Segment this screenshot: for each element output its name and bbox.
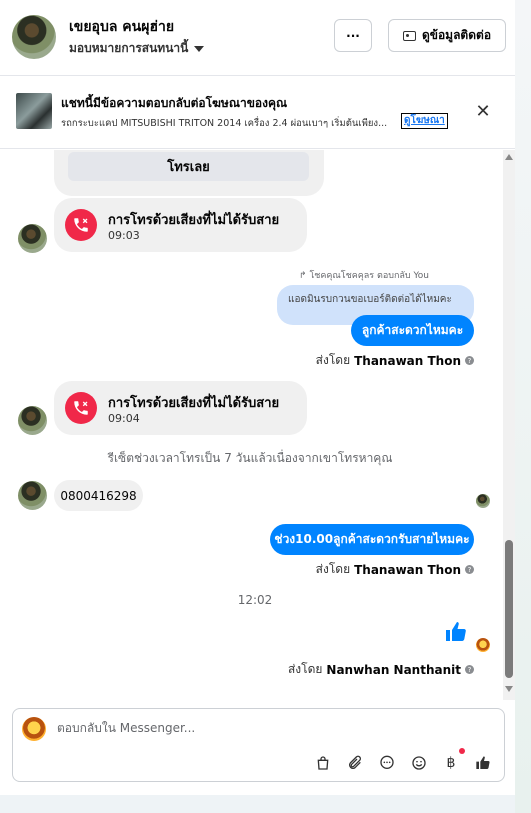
contact-avatar-small xyxy=(18,481,47,510)
reply-context: ↱ โชคคุณโชคคุลร ตอบกลับ You xyxy=(299,271,429,281)
sent-by-label: ส่งโดย Nanwhan Nanthanit ? xyxy=(288,660,474,679)
ad-thumbnail[interactable] xyxy=(16,93,52,129)
caret-down-icon xyxy=(194,45,205,52)
seen-avatar xyxy=(476,494,490,508)
info-icon[interactable]: ? xyxy=(465,356,474,365)
outgoing-message[interactable]: ลูกค้าสะดวกไหมคะ xyxy=(351,315,474,346)
contact-card-icon xyxy=(402,30,416,41)
system-note: รีเซ็ตช่วงเวลาโทรเป็น 7 วันแล้วเนื่องจาก… xyxy=(107,451,393,465)
emoji-icon[interactable] xyxy=(409,753,429,773)
sender-name: Nanwhan Nanthanit xyxy=(326,662,461,677)
assign-label: มอบหมายการสนทนานี้ xyxy=(69,41,189,55)
chat-header: เขยอุบล คนผุฮ่าย มอบหมายการสนทนานี้ ··· … xyxy=(0,0,515,76)
close-icon[interactable]: ✕ xyxy=(472,100,494,122)
call-card: โทรเลย xyxy=(54,150,324,196)
missed-call-bubble[interactable]: การโทรด้วยเสียงที่ไม่ได้รับสาย 09:04 xyxy=(54,381,307,435)
sent-by-prefix: ส่งโดย xyxy=(287,662,323,676)
thumbs-up-icon[interactable] xyxy=(444,620,468,650)
message-composer: ฿ xyxy=(12,708,505,782)
saved-reply-icon[interactable] xyxy=(377,753,397,773)
scroll-up-arrow-icon[interactable] xyxy=(505,154,513,160)
thumbs-up-icon[interactable] xyxy=(473,753,493,773)
sent-by-prefix: ส่งโดย xyxy=(315,562,351,576)
assign-conversation-dropdown[interactable]: มอบหมายการสนทนานี้ xyxy=(69,39,205,58)
baht-payment-icon[interactable]: ฿ xyxy=(441,753,461,773)
sender-name: Thanawan Thon xyxy=(354,562,461,577)
sender-name: Thanawan Thon xyxy=(354,353,461,368)
outgoing-message[interactable]: ช่วง10.00ลูกค้าสะดวกรับสายไหมคะ xyxy=(270,524,474,555)
message-thread: โทรเลย การโทรด้วยเสียงที่ไม่ได้รับสาย 09… xyxy=(0,150,515,700)
view-contact-label: ดูข้อมูลติดต่อ xyxy=(421,28,492,42)
shopping-bag-icon[interactable] xyxy=(313,753,333,773)
seen-avatar xyxy=(476,638,490,652)
contact-avatar-small xyxy=(18,406,47,435)
missed-call-bubble[interactable]: การโทรด้วยเสียงที่ไม่ได้รับสาย 09:03 xyxy=(54,198,307,252)
missed-call-icon xyxy=(65,392,97,424)
missed-call-time: 09:03 xyxy=(108,229,140,242)
scroll-down-arrow-icon[interactable] xyxy=(505,686,513,692)
page-avatar xyxy=(22,717,46,741)
view-ad-link[interactable]: ดูโฆษณา xyxy=(401,113,448,129)
sent-by-prefix: ส่งโดย xyxy=(315,353,351,367)
contact-name[interactable]: เขยอุบล คนผุฮ่าย xyxy=(69,16,174,38)
ad-banner-subtitle: รถกระบะแคป MITSUBISHI TRITON 2014 เครื่อ… xyxy=(61,118,388,129)
view-contact-button[interactable]: ดูข้อมูลติดต่อ xyxy=(388,19,506,52)
attachment-icon[interactable] xyxy=(345,753,365,773)
call-now-button[interactable]: โทรเลย xyxy=(68,152,309,181)
more-options-button[interactable]: ··· xyxy=(334,19,372,52)
sent-by-label: ส่งโดย Thanawan Thon ? xyxy=(316,560,474,579)
incoming-message[interactable]: 0800416298 xyxy=(54,480,143,511)
missed-call-time: 09:04 xyxy=(108,412,140,425)
ad-reply-banner: แชทนี้มีข้อความตอบกลับต่อโฆษณาของคุณ รถก… xyxy=(0,77,515,149)
info-icon[interactable]: ? xyxy=(465,565,474,574)
sent-by-label: ส่งโดย Thanawan Thon ? xyxy=(316,351,474,370)
info-icon[interactable]: ? xyxy=(465,665,474,674)
message-input[interactable] xyxy=(57,721,477,735)
ad-banner-title: แชทนี้มีข้อความตอบกลับต่อโฆษณาของคุณ xyxy=(61,96,288,110)
missed-call-title: การโทรด้วยเสียงที่ไม่ได้รับสาย xyxy=(108,396,280,411)
notification-dot xyxy=(459,748,465,754)
missed-call-title: การโทรด้วยเสียงที่ไม่ได้รับสาย xyxy=(108,213,280,228)
scrollbar-thumb[interactable] xyxy=(505,540,513,678)
chat-panel: เขยอุบล คนผุฮ่าย มอบหมายการสนทนานี้ ··· … xyxy=(0,0,515,795)
time-separator: 12:02 xyxy=(237,593,273,607)
window-edge xyxy=(515,0,531,813)
contact-avatar[interactable] xyxy=(12,15,56,59)
contact-avatar-small xyxy=(18,224,47,253)
missed-call-icon xyxy=(65,209,97,241)
